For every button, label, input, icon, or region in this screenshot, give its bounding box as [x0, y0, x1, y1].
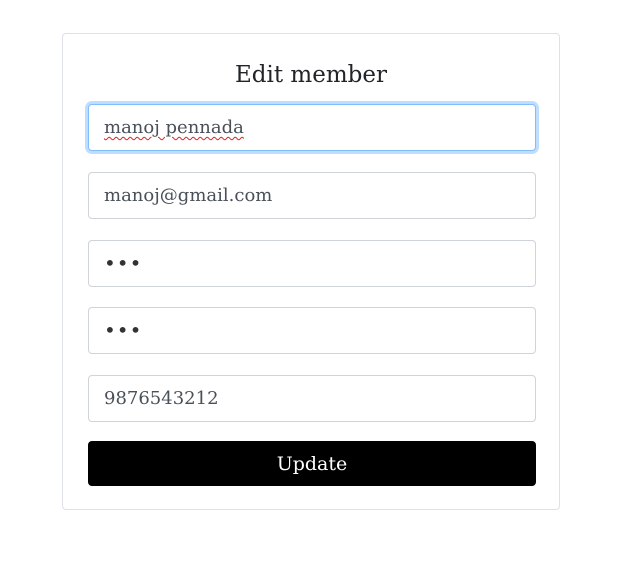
- form-title: Edit member: [235, 62, 387, 88]
- confirm-password-input[interactable]: •••: [88, 307, 536, 354]
- phone-input[interactable]: 9876543212: [88, 375, 536, 422]
- email-input-value: manoj@gmail.com: [104, 185, 273, 206]
- password-input-value: •••: [104, 251, 143, 275]
- name-input[interactable]: manoj pennada: [88, 104, 536, 151]
- name-input-value: manoj pennada: [104, 117, 244, 138]
- email-input[interactable]: manoj@gmail.com: [88, 172, 536, 219]
- password-input[interactable]: •••: [88, 240, 536, 287]
- phone-input-value: 9876543212: [104, 388, 219, 409]
- update-button[interactable]: Update: [88, 441, 536, 486]
- edit-member-card: Edit member manoj pennada manoj@gmail.co…: [62, 33, 560, 510]
- confirm-password-input-value: •••: [104, 318, 143, 342]
